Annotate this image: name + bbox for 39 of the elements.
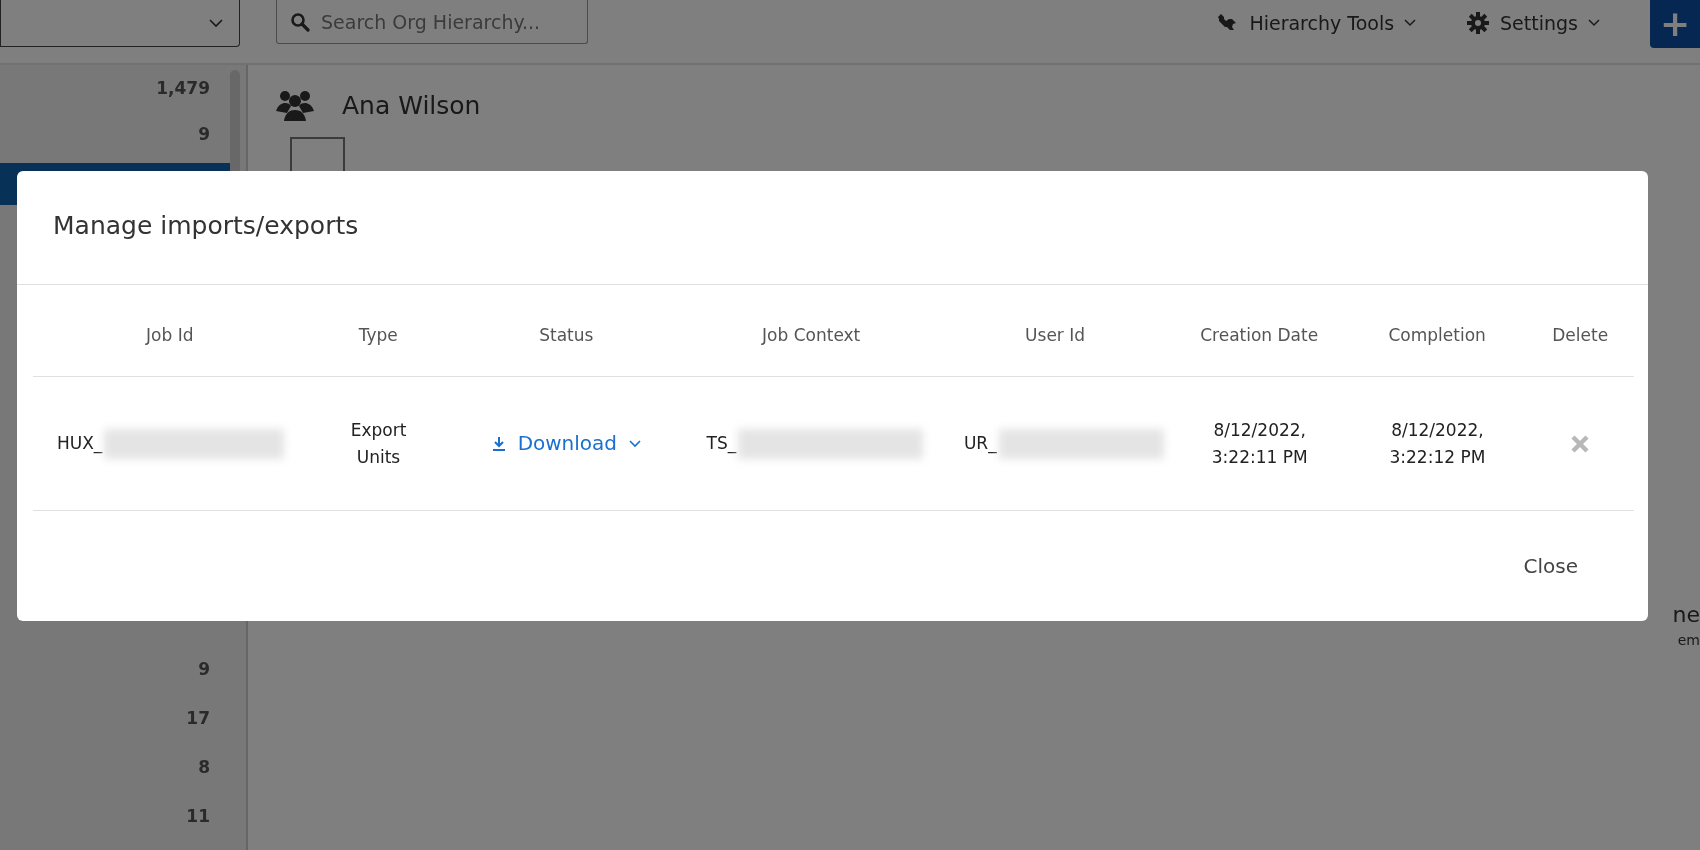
- column-header: Delete: [1552, 324, 1609, 347]
- search-field[interactable]: Search Org Hierarchy...: [276, 0, 588, 44]
- search-icon: [290, 12, 310, 32]
- add-button[interactable]: +: [1650, 0, 1700, 48]
- column-header: Completion: [1388, 324, 1486, 347]
- chevron-icon: [209, 18, 223, 28]
- sidebar-item[interactable]: 9: [0, 644, 230, 693]
- sidebar-item[interactable]: 8: [0, 742, 230, 791]
- menu-button[interactable]: Hierarchy Tools: [1215, 0, 1417, 46]
- table-cell-text: Export Units: [349, 418, 408, 469]
- sidebar-item[interactable]: 11: [0, 791, 230, 840]
- column-header: User Id: [1025, 324, 1086, 347]
- column-header: Job Id: [146, 324, 194, 347]
- menu-button[interactable]: Settings: [1466, 0, 1600, 46]
- sidebar-item[interactable]: 9: [0, 111, 230, 157]
- column-header: Job Context: [762, 324, 861, 347]
- column-header: Type: [358, 324, 398, 347]
- chevron-icon: [1588, 19, 1600, 27]
- person-name: Ana Wilson: [342, 90, 481, 120]
- sidebar-item[interactable]: 1,479: [0, 65, 230, 111]
- table-cell-text: TS_: [706, 432, 737, 456]
- partial-text: em: [1677, 631, 1700, 650]
- chevron-icon: [1404, 19, 1417, 27]
- dialog-title: Manage imports/exports: [17, 171, 1648, 285]
- download-icon: [491, 435, 506, 452]
- table-cell-text: 8/12/2022, 3:22:12 PM: [1388, 418, 1487, 469]
- dropdown[interactable]: [0, 0, 240, 47]
- chevron-icon: [629, 439, 642, 448]
- download-link[interactable]: Download: [491, 430, 642, 457]
- table-cell-text: UR_: [963, 432, 997, 456]
- close-icon: [1570, 433, 1591, 454]
- table-cell-text: 8/12/2022, 3:22:11 PM: [1210, 418, 1309, 469]
- partial-text: ne: [1672, 601, 1700, 629]
- table-cell-text: HUX_: [57, 432, 103, 456]
- close-button[interactable]: Close: [1519, 548, 1582, 584]
- column-header: Status: [539, 324, 594, 347]
- settings-icon: [1466, 11, 1491, 35]
- sidebar-item[interactable]: 17: [0, 693, 230, 742]
- column-header: Creation Date: [1200, 324, 1319, 347]
